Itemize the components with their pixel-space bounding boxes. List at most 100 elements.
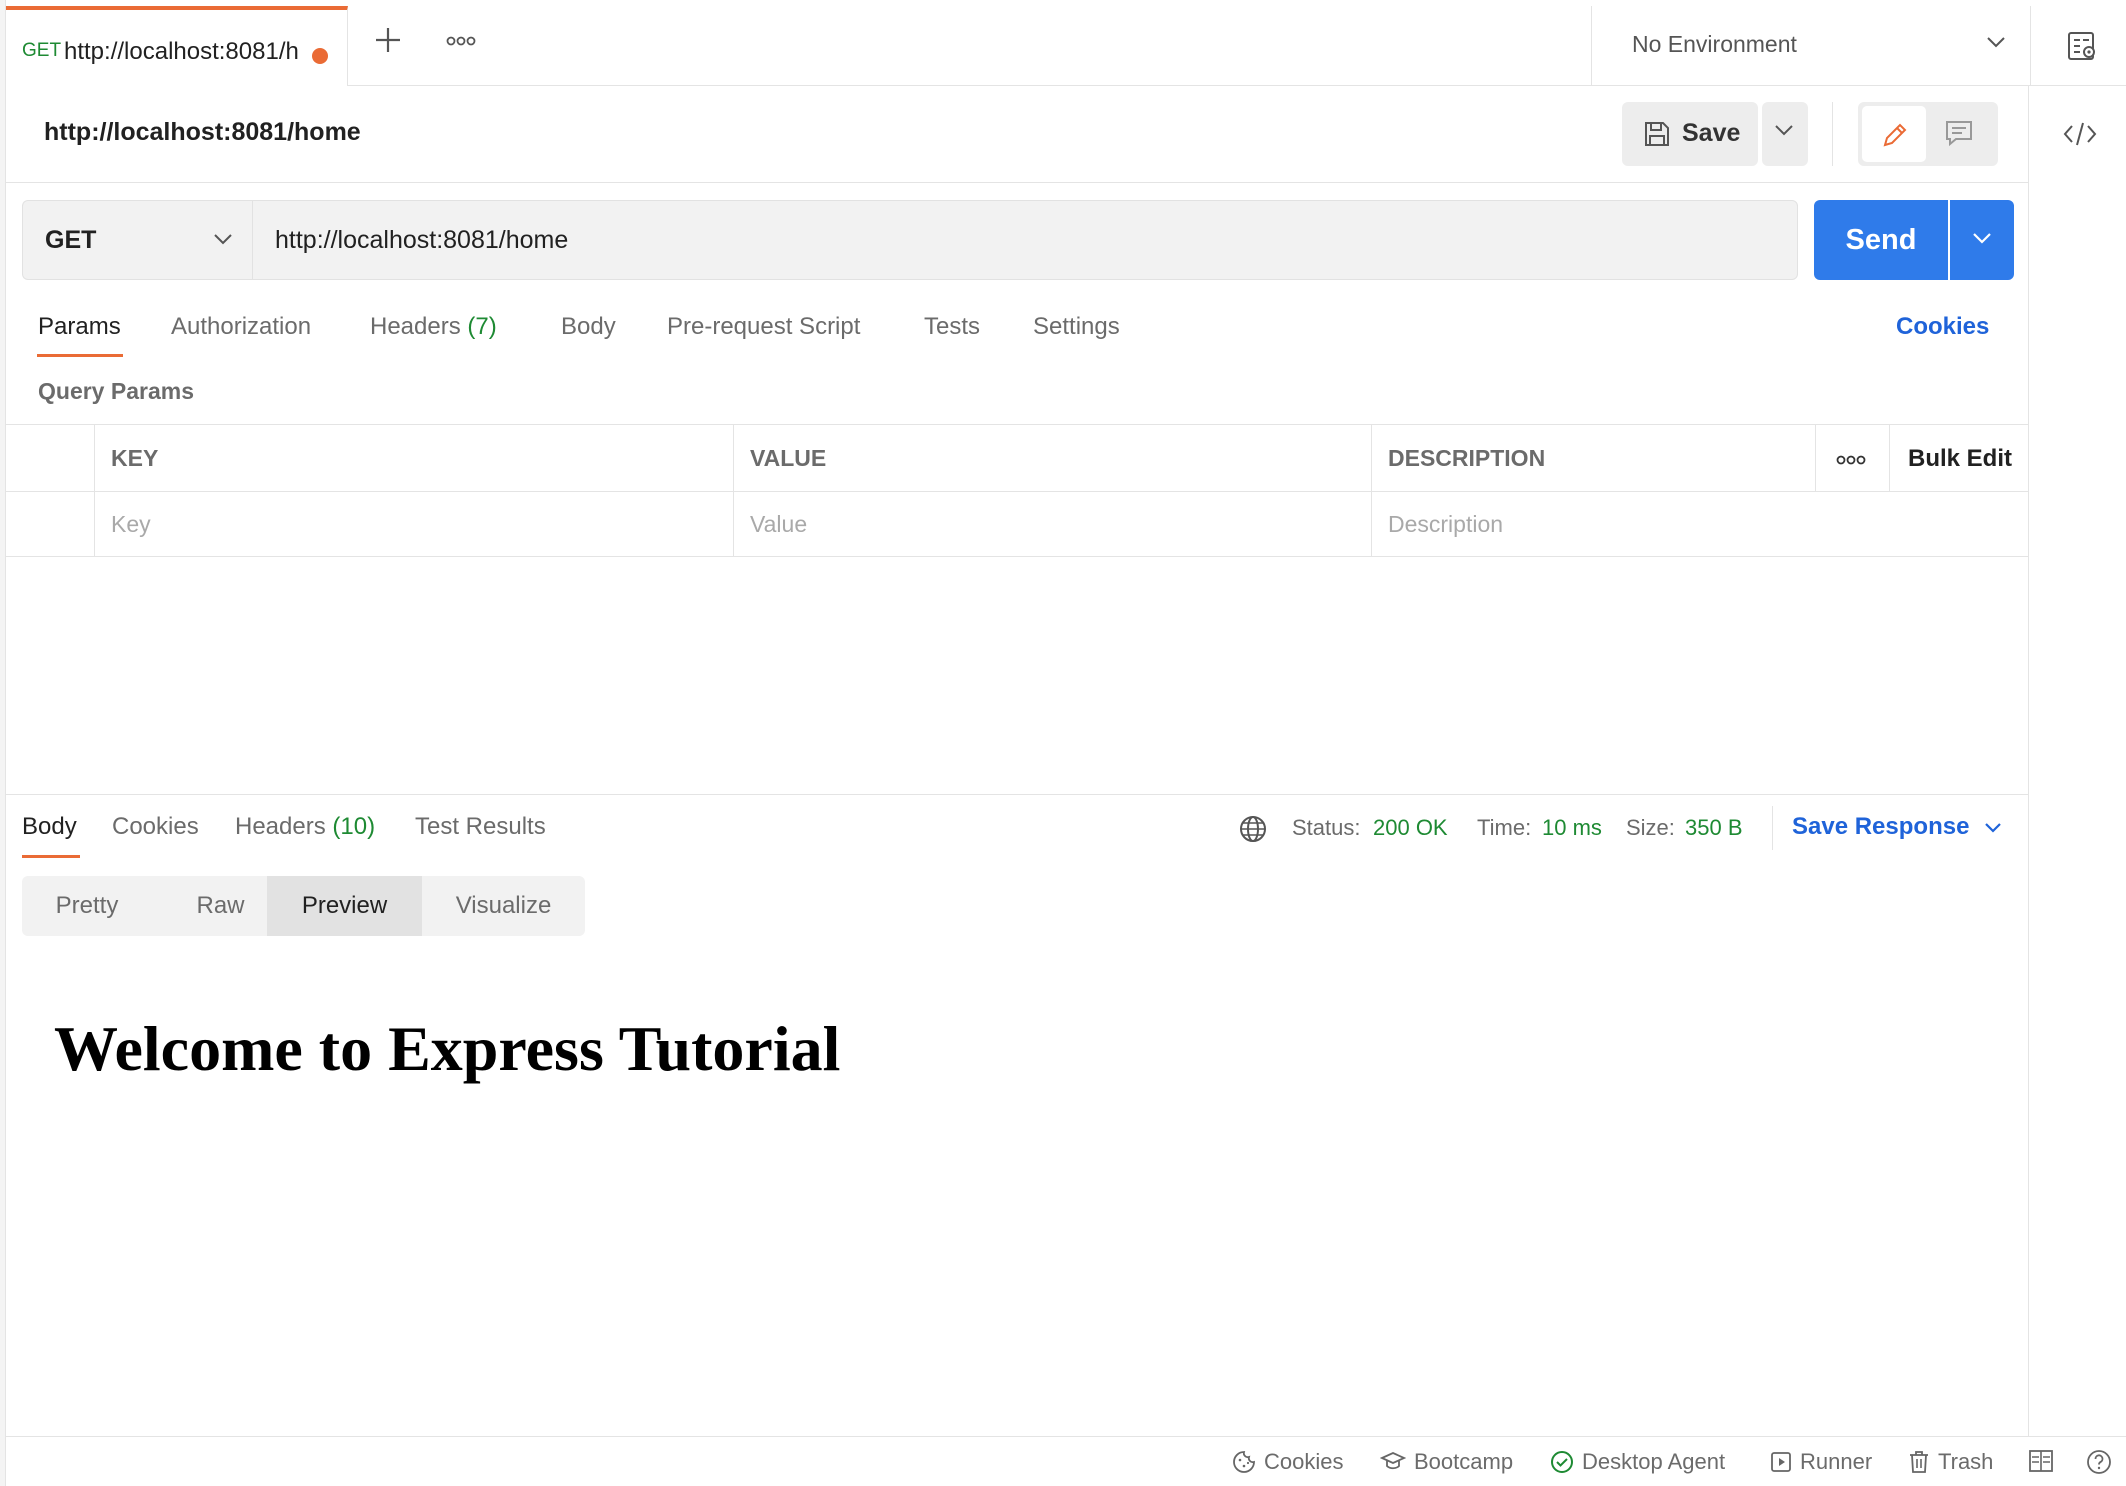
runner-play-icon <box>1771 1452 1791 1472</box>
trash-icon <box>1910 1451 1928 1473</box>
divider <box>1832 102 1833 166</box>
save-icon <box>1642 119 1672 149</box>
response-tab-cookies[interactable]: Cookies <box>112 813 199 841</box>
tab-headers-count: (7) <box>467 313 497 340</box>
status-value[interactable]: 200 OK <box>1373 815 1448 841</box>
size-value[interactable]: 350 B <box>1685 815 1743 841</box>
statusbar-trash[interactable]: Trash <box>1908 1449 1993 1475</box>
unsaved-dot-icon <box>312 48 328 64</box>
check-circle-icon <box>1551 1451 1573 1473</box>
tab-title: http://localhost:8081/h <box>64 38 299 65</box>
tabs-more-icon[interactable] <box>446 36 476 46</box>
column-header-description-label: DESCRIPTION <box>1388 445 1546 471</box>
tab-settings[interactable]: Settings <box>1033 313 1120 341</box>
statusbar-desktop-agent[interactable]: Desktop Agent <box>1550 1449 1725 1475</box>
pencil-icon <box>1883 123 1907 147</box>
statusbar-desktop-agent-label: Desktop Agent <box>1582 1449 1726 1474</box>
value-input[interactable]: Value <box>733 491 1371 557</box>
environment-quick-look-icon[interactable] <box>2066 30 2098 62</box>
response-tab-headers-label: Headers <box>235 813 326 840</box>
params-table: KEY VALUE DESCRIPTION Bulk Edit Key Valu… <box>6 424 2028 557</box>
tab-body[interactable]: Body <box>561 313 616 341</box>
tab-params[interactable]: Params <box>38 313 121 341</box>
response-tab-headers[interactable]: Headers (10) <box>235 813 375 841</box>
response-tab-test-results[interactable]: Test Results <box>415 813 546 841</box>
chevron-down-icon[interactable] <box>1984 822 2002 834</box>
method-select[interactable]: GET <box>22 200 252 280</box>
column-header-description: DESCRIPTION <box>1371 425 1815 491</box>
cookie-icon <box>1233 1451 1255 1473</box>
save-options-button[interactable] <box>1762 102 1808 166</box>
response-tab-headers-count: (10) <box>332 813 376 840</box>
bulk-edit-button[interactable]: Bulk Edit <box>1908 445 2012 473</box>
save-button[interactable]: Save <box>1622 102 1758 166</box>
value-placeholder: Value <box>750 511 808 537</box>
description-input[interactable]: Description <box>1371 491 2028 557</box>
separator <box>6 182 2028 183</box>
save-label: Save <box>1682 119 1741 147</box>
statusbar-runner-label: Runner <box>1800 1449 1873 1474</box>
two-pane-icon[interactable] <box>2028 1449 2054 1473</box>
chevron-down-icon <box>1973 233 1991 244</box>
description-placeholder: Description <box>1388 511 1504 537</box>
tab-pre-request-script[interactable]: Pre-request Script <box>667 313 860 341</box>
chevron-down-icon <box>1986 36 2006 48</box>
edit-mode-button[interactable] <box>1862 106 1926 162</box>
tab-tests[interactable]: Tests <box>924 313 980 341</box>
tab-authorization[interactable]: Authorization <box>171 313 311 341</box>
divider <box>1772 806 1773 850</box>
globe-icon[interactable] <box>1238 814 1268 844</box>
code-snippet-icon[interactable] <box>2063 120 2097 148</box>
table-more-icon[interactable] <box>1836 455 1866 465</box>
statusbar-cookies[interactable]: Cookies <box>1232 1449 1343 1475</box>
comments-icon[interactable] <box>1944 118 1974 148</box>
view-preview[interactable]: Preview <box>267 876 422 936</box>
url-input[interactable] <box>252 200 1798 280</box>
graduation-cap-icon <box>1380 1452 1406 1470</box>
column-header-value-label: VALUE <box>750 445 827 471</box>
send-button[interactable]: Send <box>1814 200 1948 280</box>
cookies-link[interactable]: Cookies <box>1896 313 1989 341</box>
tab-headers[interactable]: Headers (7) <box>370 313 497 341</box>
column-header-key-label: KEY <box>111 445 159 471</box>
request-title[interactable]: http://localhost:8081/home <box>44 118 361 147</box>
view-pretty[interactable]: Pretty <box>22 876 152 936</box>
mode-toggle <box>1858 102 1998 166</box>
key-input[interactable]: Key <box>94 491 733 557</box>
left-edge <box>0 0 6 1486</box>
statusbar-cookies-label: Cookies <box>1264 1449 1344 1474</box>
right-sidebar <box>2028 86 2126 1436</box>
query-params-title: Query Params <box>38 378 194 404</box>
chevron-down-icon <box>213 233 233 245</box>
status-label: Status: <box>1292 815 1361 840</box>
tab-headers-label: Headers <box>370 313 461 340</box>
statusbar-trash-label: Trash <box>1938 1449 1994 1474</box>
time-label: Time: <box>1477 815 1532 840</box>
view-visualize[interactable]: Visualize <box>422 876 585 936</box>
send-options-button[interactable] <box>1950 200 2014 280</box>
chevron-down-icon <box>1775 125 1793 136</box>
environment-label: No Environment <box>1632 31 1797 57</box>
active-tab-indicator <box>37 354 123 357</box>
method-label: GET <box>45 226 97 254</box>
statusbar-bootcamp-label: Bootcamp <box>1414 1449 1514 1474</box>
request-tab[interactable]: GET http://localhost:8081/h <box>6 6 348 86</box>
size-label: Size: <box>1626 815 1675 840</box>
column-header-key: KEY <box>94 425 733 491</box>
view-mode-selector: Pretty Raw Preview Visualize <box>22 876 585 936</box>
tab-bar: GET http://localhost:8081/h No Environme… <box>6 0 2126 86</box>
active-tab-indicator <box>22 855 80 858</box>
new-tab-plus-icon[interactable] <box>374 26 402 54</box>
response-tab-body[interactable]: Body <box>22 813 77 841</box>
preview-heading: Welcome to Express Tutorial <box>54 1013 841 1084</box>
help-icon[interactable] <box>2086 1449 2112 1475</box>
time-value[interactable]: 10 ms <box>1542 815 1602 841</box>
statusbar-bootcamp[interactable]: Bootcamp <box>1380 1449 1513 1475</box>
response-separator[interactable] <box>6 794 2028 795</box>
statusbar-runner[interactable]: Runner <box>1770 1449 1872 1475</box>
status-bar: Cookies Bootcamp Desktop Agent Runner Tr… <box>6 1436 2126 1486</box>
environment-selector[interactable]: No Environment <box>1591 6 2031 86</box>
key-placeholder: Key <box>111 511 151 537</box>
column-header-value: VALUE <box>733 425 1371 491</box>
save-response-button[interactable]: Save Response <box>1792 813 1969 841</box>
